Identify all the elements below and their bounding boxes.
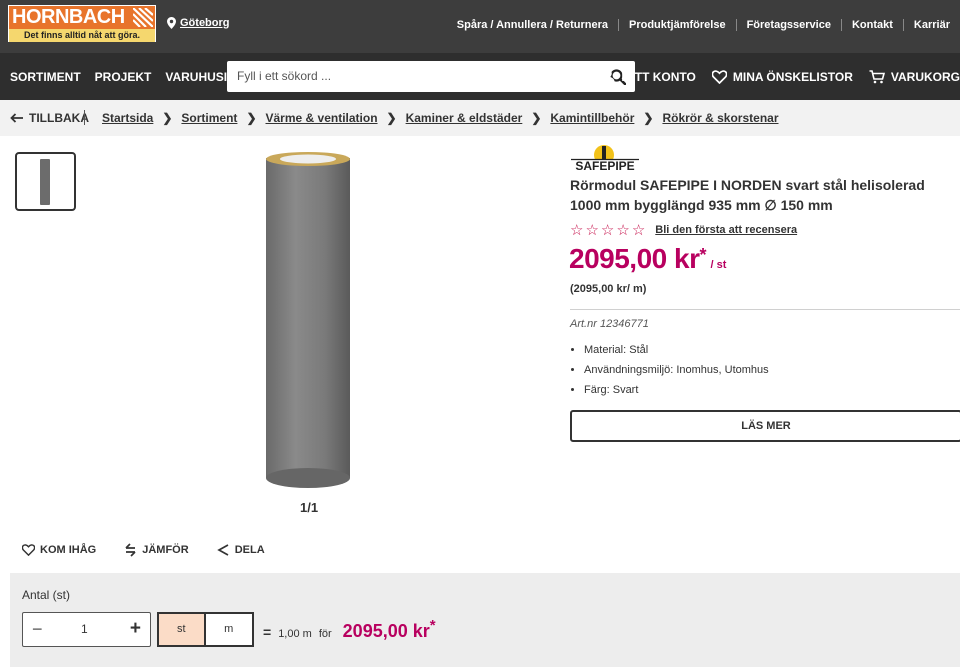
price-asterisk: * bbox=[699, 245, 707, 265]
read-more-button[interactable]: LÄS MER bbox=[570, 410, 960, 442]
star-empty-icon: ☆ bbox=[585, 222, 599, 239]
location-label: Göteborg bbox=[180, 17, 230, 29]
logo-name: HORNBACH bbox=[12, 6, 125, 28]
share-button[interactable]: DELA bbox=[216, 543, 265, 557]
equals-sign: = bbox=[263, 624, 272, 640]
star-empty-icon: ☆ bbox=[616, 222, 630, 239]
quantity-calculation: = 1,00 m för 2095,00 kr* bbox=[263, 617, 436, 642]
breadcrumb-item[interactable]: Rökrör & skorstenar bbox=[662, 111, 778, 125]
chevron-right-icon: ❯ bbox=[246, 111, 257, 125]
product-thumbnail[interactable] bbox=[15, 152, 76, 211]
chevron-right-icon: ❯ bbox=[531, 111, 542, 125]
price-per-meter: (2095,00 kr/ m) bbox=[570, 283, 647, 295]
heart-icon bbox=[22, 544, 35, 556]
rating: ☆ ☆ ☆ ☆ ☆ Bli den första att recensera bbox=[570, 221, 797, 239]
decrease-button[interactable]: − bbox=[32, 619, 43, 640]
link-track-order[interactable]: Spåra / Annullera / Returnera bbox=[447, 19, 618, 31]
breadcrumb: TILLBAKA Startsida ❯ Sortiment ❯ Värme &… bbox=[0, 100, 960, 136]
search-placeholder: Fyll i ett sökord ... bbox=[237, 69, 332, 83]
nav-item-sortiment[interactable]: SORTIMENT bbox=[10, 70, 81, 84]
cart-icon bbox=[869, 69, 885, 83]
increase-button[interactable]: + bbox=[130, 618, 141, 640]
calc-for: för bbox=[318, 628, 332, 640]
breadcrumb-divider bbox=[84, 110, 85, 125]
price-value: 2095,00 kr bbox=[569, 243, 700, 274]
divider bbox=[570, 309, 960, 310]
quantity-label: Antal (st) bbox=[22, 588, 71, 602]
nav-item-projekt[interactable]: PROJEKT bbox=[95, 70, 152, 84]
product-attributes: Material: Stål Användningsmiljö: Inomhus… bbox=[582, 344, 769, 404]
calc-length: 1,00 m bbox=[278, 628, 312, 640]
user-icon bbox=[600, 69, 616, 84]
chevron-right-icon: ❯ bbox=[386, 111, 397, 125]
unit-m-button[interactable]: m bbox=[205, 612, 254, 647]
breadcrumb-item[interactable]: Kamintillbehör bbox=[550, 111, 634, 125]
link-business-service[interactable]: Företagsservice bbox=[735, 19, 841, 31]
price-unit: / st bbox=[710, 259, 727, 271]
account-link[interactable]: MITT KONTO bbox=[600, 69, 696, 84]
location-pin-icon bbox=[167, 17, 176, 29]
quantity-input[interactable]: 1 bbox=[81, 622, 88, 636]
breadcrumb-item[interactable]: Värme & ventilation bbox=[266, 111, 378, 125]
logo-tagline: Det finns alltid nåt att göra. bbox=[9, 29, 155, 42]
heart-icon bbox=[711, 69, 727, 84]
arrow-left-icon bbox=[10, 113, 23, 123]
product-image[interactable] bbox=[262, 152, 354, 492]
calc-total: 2095,00 kr* bbox=[342, 617, 436, 641]
link-product-compare[interactable]: Produktjämförelse bbox=[617, 19, 736, 31]
store-location[interactable]: Göteborg bbox=[167, 17, 230, 29]
product-price: 2095,00 kr * / st bbox=[569, 243, 726, 275]
search-input[interactable]: Fyll i ett sökord ... bbox=[227, 61, 635, 92]
attribute-item: Material: Stål bbox=[584, 344, 769, 356]
article-number: Art.nr 12346771 bbox=[570, 318, 649, 330]
chevron-right-icon: ❯ bbox=[643, 111, 654, 125]
write-review-link[interactable]: Bli den första att recensera bbox=[655, 224, 797, 236]
breadcrumb-item[interactable]: Startsida bbox=[102, 111, 153, 125]
image-counter: 1/1 bbox=[300, 500, 319, 515]
wishlist-link[interactable]: MINA ÖNSKELISTOR bbox=[711, 69, 853, 84]
hornbach-logo[interactable]: HORNBACH Det finns alltid nåt att göra. bbox=[8, 5, 156, 42]
product-title: Rörmodul SAFEPIPE I NORDEN svart stål he… bbox=[570, 177, 925, 213]
star-empty-icon: ☆ bbox=[631, 222, 646, 239]
link-career[interactable]: Karriär bbox=[902, 19, 960, 31]
compare-icon bbox=[125, 543, 136, 557]
star-empty-icon: ☆ bbox=[600, 222, 615, 239]
svg-text:SAFEPIPE: SAFEPIPE bbox=[575, 159, 634, 173]
cart-link[interactable]: VARUKORG bbox=[869, 69, 960, 84]
quantity-stepper: − 1 + bbox=[22, 612, 151, 647]
top-links: Spåra / Annullera / Returnera Produktjäm… bbox=[447, 19, 960, 31]
top-bar: HORNBACH Det finns alltid nåt att göra. … bbox=[0, 0, 960, 53]
attribute-item: Färg: Svart bbox=[584, 384, 769, 396]
link-contact[interactable]: Kontakt bbox=[840, 19, 903, 31]
unit-toggle: st m bbox=[157, 612, 254, 647]
compare-button[interactable]: JÄMFÖR bbox=[124, 543, 189, 557]
star-empty-icon: ☆ bbox=[570, 222, 584, 239]
remember-button[interactable]: KOM IHÅG bbox=[22, 543, 96, 557]
share-icon bbox=[216, 544, 229, 556]
attribute-item: Användningsmiljö: Inomhus, Utomhus bbox=[584, 364, 769, 376]
logo-stripes-icon bbox=[133, 8, 153, 27]
unit-st-button[interactable]: st bbox=[157, 612, 206, 647]
quantity-panel: Antal (st) − 1 + st m = 1,00 m för 2095,… bbox=[10, 573, 960, 667]
back-button[interactable]: TILLBAKA bbox=[10, 111, 89, 125]
breadcrumb-item[interactable]: Sortiment bbox=[181, 111, 237, 125]
brand-logo[interactable]: SAFEPIPE bbox=[570, 145, 640, 173]
chevron-right-icon: ❯ bbox=[162, 111, 173, 125]
breadcrumb-item[interactable]: Kaminer & eldstäder bbox=[406, 111, 523, 125]
main-nav: SORTIMENT PROJEKT VARUHUSINFO Fyll i ett… bbox=[0, 53, 960, 100]
